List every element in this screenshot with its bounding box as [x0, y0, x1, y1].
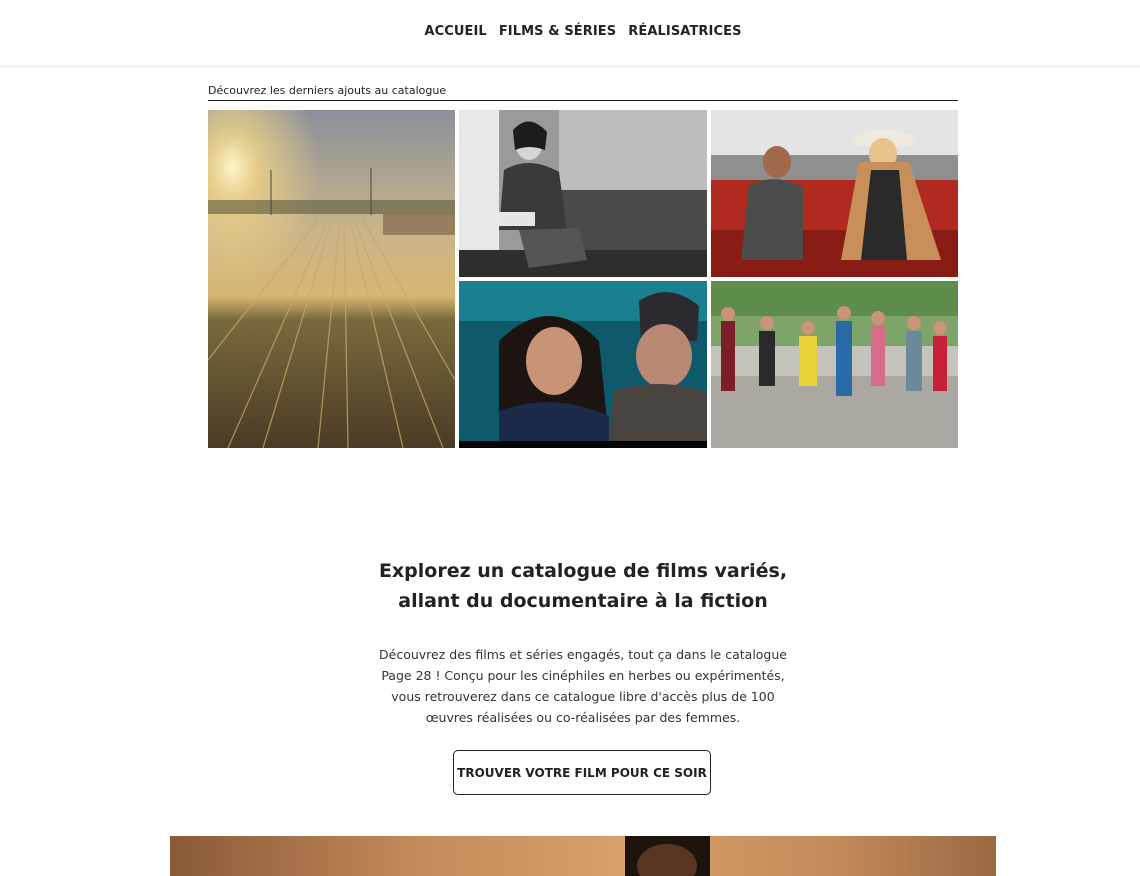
street-dancers-image[interactable] — [711, 281, 958, 448]
woman-window-bw-image[interactable] — [459, 110, 707, 277]
intro-heading: Explorez un catalogue de films variés, a… — [320, 556, 846, 616]
intro-heading-line-2: allant du documentaire à la fiction — [398, 589, 768, 612]
top-navigation-bar: ACCUEIL FILMS & SÉRIES RÉALISATRICES — [0, 0, 1140, 67]
nav-link-realisatrices[interactable]: RÉALISATRICES — [628, 22, 741, 42]
featured-banner-image — [170, 836, 996, 876]
nav-link-films-series[interactable]: FILMS & SÉRIES — [499, 22, 616, 42]
two-women-portrait-image[interactable] — [459, 281, 707, 448]
couple-red-car-image[interactable] — [711, 110, 958, 277]
intro-description: Découvrez des films et séries engagés, t… — [379, 646, 787, 725]
find-film-button[interactable]: TROUVER VOTRE FILM POUR CE SOIR — [453, 750, 711, 795]
main-nav: ACCUEIL FILMS & SÉRIES RÉALISATRICES — [0, 22, 1140, 42]
nav-link-accueil[interactable]: ACCUEIL — [424, 22, 486, 42]
railway-sunset-image[interactable] — [208, 110, 455, 448]
latest-additions-label: Découvrez les derniers ajouts au catalog… — [208, 84, 958, 101]
intro-heading-line-1: Explorez un catalogue de films variés, — [378, 559, 788, 582]
